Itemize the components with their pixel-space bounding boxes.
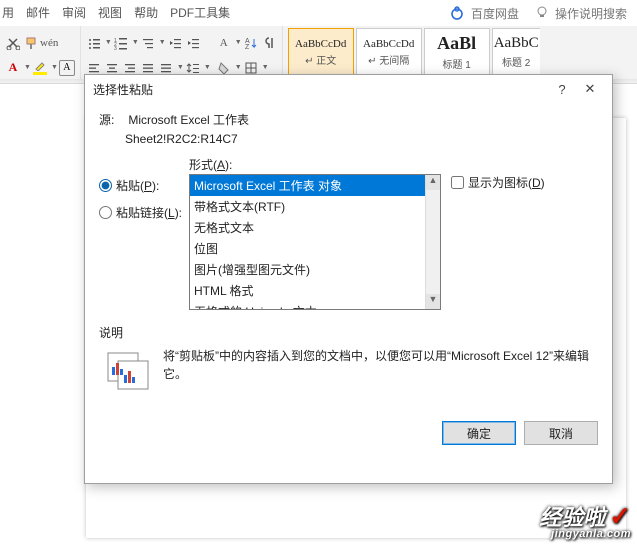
bullets-dropdown-icon[interactable]: ▼ <box>105 39 112 46</box>
list-item[interactable]: 带格式文本(RTF) <box>190 196 425 217</box>
list-item[interactable]: Microsoft Excel 工作表 对象 <box>190 175 425 196</box>
highlight-icon[interactable] <box>32 60 48 76</box>
style-sample: AaBbCcDd <box>363 38 414 50</box>
tab-help[interactable]: 帮助 <box>128 0 164 26</box>
enclose-char-icon[interactable]: A <box>59 60 75 76</box>
increase-indent-icon[interactable] <box>185 35 201 51</box>
text-direction-icon[interactable]: A <box>216 35 232 51</box>
numbering-icon[interactable]: 123 <box>113 35 129 51</box>
dialog-titlebar[interactable]: 选择性粘贴 ? ✕ <box>85 75 612 103</box>
ribbon-tabs: 用 邮件 审阅 视图 帮助 PDF工具集 百度网盘 操作说明搜索 <box>0 0 637 26</box>
dialog-close-button[interactable]: ✕ <box>576 81 604 97</box>
checkmark-icon: ✓ <box>609 501 631 531</box>
style-label: ↵ 无间隔 <box>368 52 409 67</box>
style-label: 标题 1 <box>443 56 471 71</box>
font-color-icon[interactable]: A <box>5 60 21 76</box>
tab-review[interactable]: 审阅 <box>56 0 92 26</box>
watermark-text: 经验啦 <box>539 505 605 530</box>
listbox-scrollbar[interactable]: ▲ ▼ <box>425 175 440 309</box>
tab-mail[interactable]: 邮件 <box>20 0 56 26</box>
cut-icon[interactable] <box>5 35 21 51</box>
scroll-down-icon[interactable]: ▼ <box>426 294 440 309</box>
font-color-dropdown-icon[interactable]: ▼ <box>24 64 31 71</box>
radio-pastelink-input[interactable] <box>99 206 112 219</box>
multilevel-dropdown-icon[interactable]: ▼ <box>159 39 166 46</box>
desc-text: 将“剪贴板”中的内容插入到您的文档中，以便您可以用“Microsoft Exce… <box>163 345 598 399</box>
format-listbox[interactable]: Microsoft Excel 工作表 对象 带格式文本(RTF) 无格式文本 … <box>189 174 441 310</box>
list-item[interactable]: 无格式文本 <box>190 217 425 238</box>
format-label: 形式(A): <box>189 156 441 173</box>
dialog-help-button[interactable]: ? <box>548 82 576 97</box>
borders-dropdown-icon[interactable]: ▼ <box>262 64 269 71</box>
radio-pastelink-label: 粘贴链接(L): <box>116 204 182 221</box>
style-label: 标题 2 <box>502 54 530 69</box>
text-direction-dropdown-icon[interactable]: ▼ <box>235 39 242 46</box>
radio-paste-input[interactable] <box>99 179 112 192</box>
list-item[interactable]: 位图 <box>190 238 425 259</box>
svg-text:3: 3 <box>114 46 117 50</box>
line-spacing-dropdown-icon[interactable]: ▼ <box>204 64 211 71</box>
ok-button[interactable]: 确定 <box>442 421 516 445</box>
list-item[interactable]: HTML 格式 <box>190 280 425 301</box>
tab-baidu[interactable]: 百度网盘 <box>471 5 519 22</box>
radio-paste-label: 粘贴(P): <box>116 177 159 194</box>
decrease-indent-icon[interactable] <box>167 35 183 51</box>
source-label: 源: <box>99 111 125 128</box>
style-label: ↵ 正文 <box>305 52 336 67</box>
highlight-dropdown-icon[interactable]: ▼ <box>51 64 58 71</box>
list-item[interactable]: 无格式的 Unicode 文本 <box>190 301 425 310</box>
style-heading2[interactable]: AaBbC 标题 2 <box>492 28 540 76</box>
style-sample: AaBl <box>437 33 476 54</box>
paste-special-dialog: 选择性粘贴 ? ✕ 源: Microsoft Excel 工作表 Sheet2!… <box>84 74 613 484</box>
tab-view[interactable]: 视图 <box>92 0 128 26</box>
show-marks-icon[interactable] <box>261 35 277 51</box>
multilevel-icon[interactable] <box>140 35 156 51</box>
checkbox-display-as-icon-input[interactable] <box>451 176 464 189</box>
phonetic-guide-icon[interactable]: wén <box>40 37 58 49</box>
lightbulb-icon <box>535 5 549 22</box>
checkbox-display-as-icon[interactable]: 显示为图标(D) <box>451 174 545 191</box>
style-sample: AaBbCcDd <box>295 38 346 50</box>
tell-me-search[interactable]: 操作说明搜索 <box>555 5 627 22</box>
format-painter-icon[interactable] <box>23 35 39 51</box>
source-ref: Sheet2!R2C2:R14C7 <box>125 132 238 146</box>
style-sample: AaBbC <box>494 35 539 52</box>
svg-text:Z: Z <box>245 44 250 50</box>
bullets-icon[interactable] <box>86 35 102 51</box>
paste-object-icon <box>99 345 163 399</box>
tab-ref[interactable]: 用 <box>2 0 20 26</box>
watermark: 经验啦✓ jingyanla.com <box>539 503 631 540</box>
checkbox-display-as-icon-label: 显示为图标(D) <box>468 174 545 191</box>
style-normal[interactable]: AaBbCcDd ↵ 正文 <box>288 28 354 76</box>
desc-label: 说明 <box>99 324 598 341</box>
cancel-button[interactable]: 取消 <box>524 421 598 445</box>
shading-dropdown-icon[interactable]: ▼ <box>235 64 242 71</box>
source-value: Microsoft Excel 工作表 <box>128 113 249 127</box>
numbering-dropdown-icon[interactable]: ▼ <box>132 39 139 46</box>
tab-pdf[interactable]: PDF工具集 <box>164 0 236 26</box>
radio-pastelink[interactable]: 粘贴链接(L): <box>99 204 189 221</box>
dialog-title: 选择性粘贴 <box>93 81 548 98</box>
baidu-netdisk-icon[interactable] <box>449 4 465 23</box>
list-item[interactable]: 图片(增强型图元文件) <box>190 259 425 280</box>
watermark-url: jingyanla.com <box>539 529 631 540</box>
style-nospacing[interactable]: AaBbCcDd ↵ 无间隔 <box>356 28 422 76</box>
align-distribute-dropdown-icon[interactable]: ▼ <box>177 64 184 71</box>
style-heading1[interactable]: AaBl 标题 1 <box>424 28 490 76</box>
sort-icon[interactable]: AZ <box>243 35 259 51</box>
scroll-up-icon[interactable]: ▲ <box>426 175 440 190</box>
radio-paste[interactable]: 粘贴(P): <box>99 177 189 194</box>
